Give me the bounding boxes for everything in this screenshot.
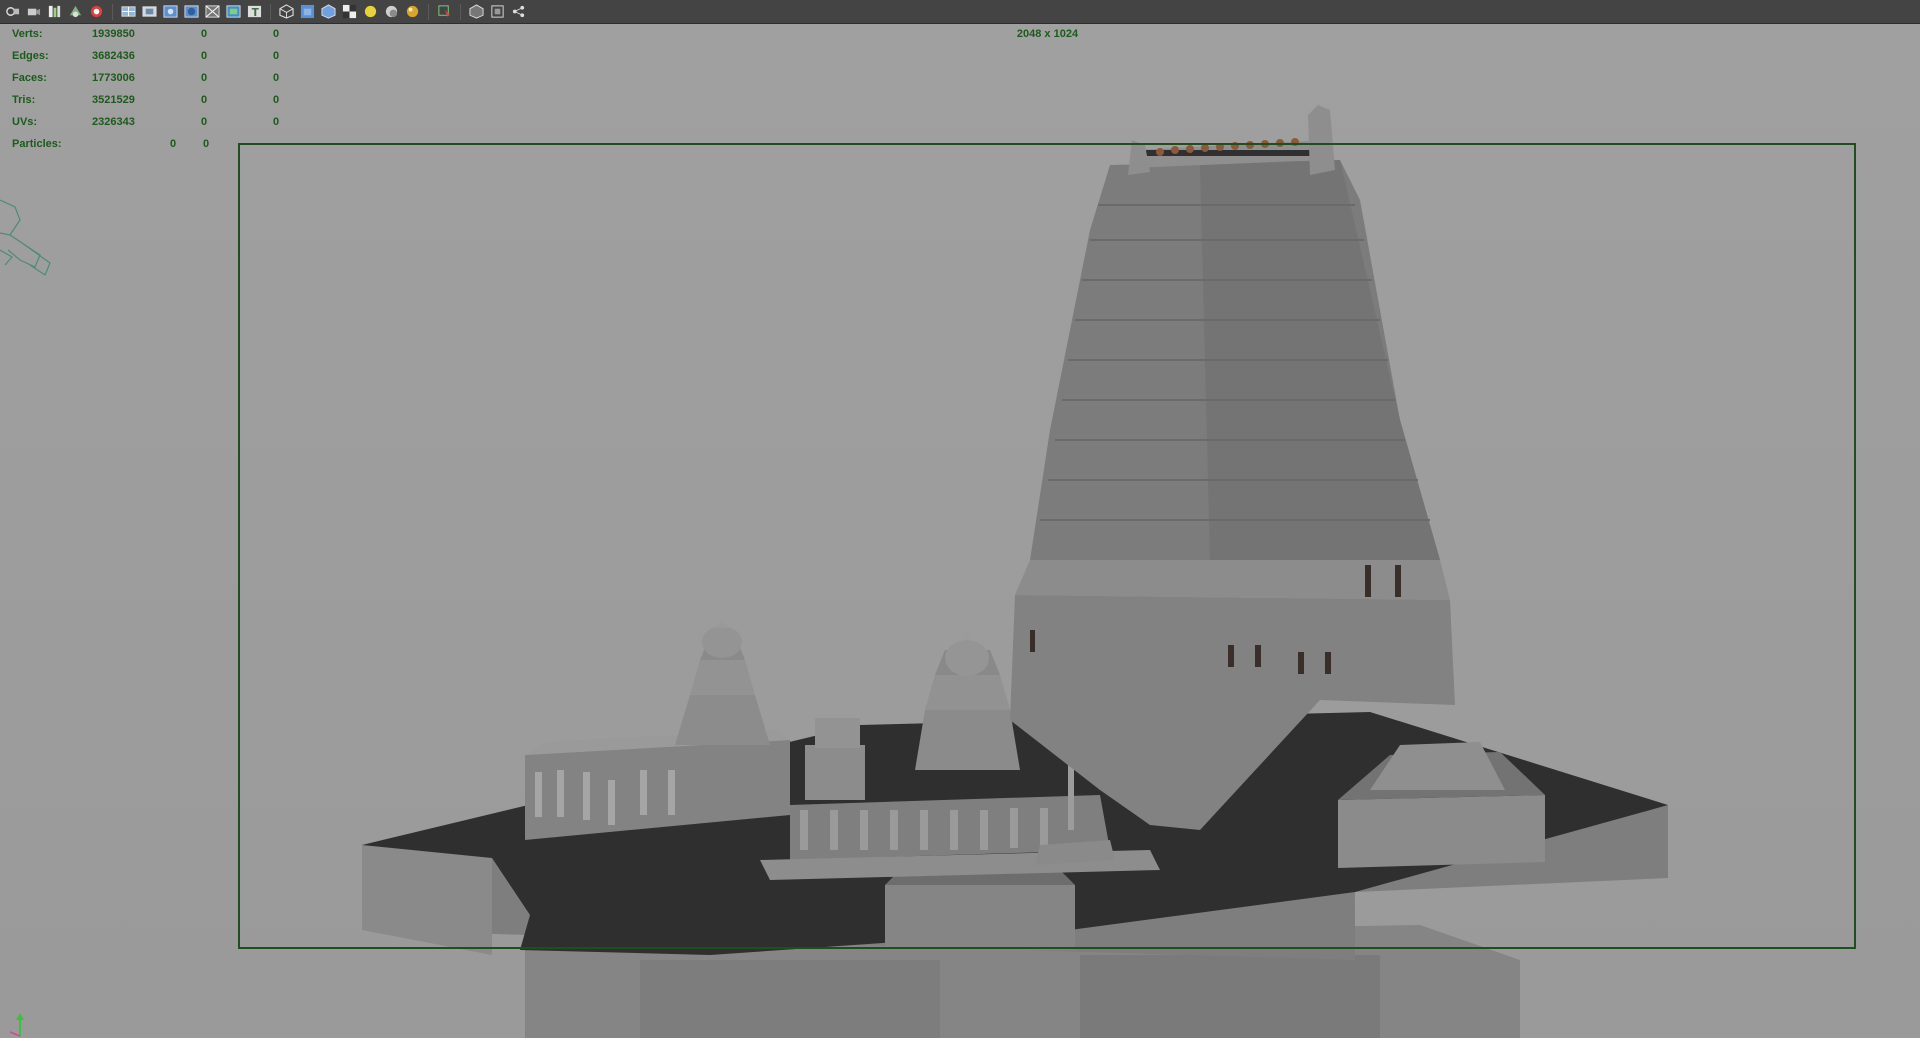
hud-value-components: 0 [203, 138, 210, 150]
safe-title-icon[interactable]: T [246, 3, 263, 20]
hud-label: Particles: [12, 138, 62, 150]
xray-icon[interactable] [468, 3, 485, 20]
hud-value-selected: 0 [201, 116, 208, 128]
textured-icon[interactable] [341, 3, 358, 20]
hud-value-components: 0 [273, 50, 280, 62]
hud-value-components: 0 [273, 116, 280, 128]
hud-value-object: 3521529 [92, 94, 135, 106]
film-gate-icon[interactable] [141, 3, 158, 20]
svg-text:T: T [252, 7, 259, 19]
axis-indicator-icon [9, 1013, 24, 1037]
safe-action-icon[interactable] [225, 3, 242, 20]
hud-value-object: 1773006 [92, 72, 135, 84]
toolbar-separator [460, 3, 461, 20]
hud-value-object: 2326343 [92, 116, 135, 128]
hud-value-components: 0 [273, 28, 280, 40]
hud-label: Tris: [12, 94, 36, 106]
use-all-lights-icon[interactable] [362, 3, 379, 20]
wireframe-icon[interactable] [278, 3, 295, 20]
resolution-gate-icon[interactable] [162, 3, 179, 20]
hud-label: Edges: [12, 50, 49, 62]
isolate-select-icon[interactable] [436, 3, 453, 20]
field-chart-icon[interactable] [204, 3, 221, 20]
xray-joints-icon[interactable] [489, 3, 506, 20]
hud-label: UVs: [12, 116, 38, 128]
grid-icon[interactable] [120, 3, 137, 20]
resolution-gate [238, 143, 1856, 949]
hud-value-selected: 0 [201, 28, 208, 40]
hud-value-object: 3682436 [92, 50, 135, 62]
smooth-shade-icon[interactable] [299, 3, 316, 20]
hud-value-selected: 0 [201, 72, 208, 84]
screen-space-ao-icon[interactable] [404, 3, 421, 20]
hud-value-selected: 0 [201, 50, 208, 62]
toolbar-separator [428, 3, 429, 20]
toolbar-separator [112, 3, 113, 20]
shadows-icon[interactable] [383, 3, 400, 20]
toolbar-separator [270, 3, 271, 20]
camera-attributes-icon[interactable] [25, 3, 42, 20]
viewport-panel-toolbar: T [0, 0, 1920, 24]
select-camera-icon[interactable] [4, 3, 21, 20]
image-plane-icon[interactable] [67, 3, 84, 20]
hud-value-selected: 0 [201, 94, 208, 106]
hud-value-object: 1939850 [92, 28, 135, 40]
hud-value-components: 0 [273, 94, 280, 106]
default-material-icon[interactable] [320, 3, 337, 20]
xray-components-icon[interactable] [510, 3, 527, 20]
resolution-label: 2048 x 1024 [1016, 28, 1079, 40]
bookmarks-icon[interactable] [46, 3, 63, 20]
3d-viewport[interactable]: 2048 x 1024 Verts: 1939850 0 0 Edges: 36… [0, 0, 1920, 1038]
hud-label: Faces: [12, 72, 47, 84]
hud-label: Verts: [12, 28, 43, 40]
hud-value-selected: 0 [170, 138, 177, 150]
gate-mask-icon[interactable] [183, 3, 200, 20]
hud-value-components: 0 [273, 72, 280, 84]
two-d-pan-zoom-icon[interactable] [88, 3, 105, 20]
camera-gizmo-icon[interactable] [0, 195, 60, 295]
